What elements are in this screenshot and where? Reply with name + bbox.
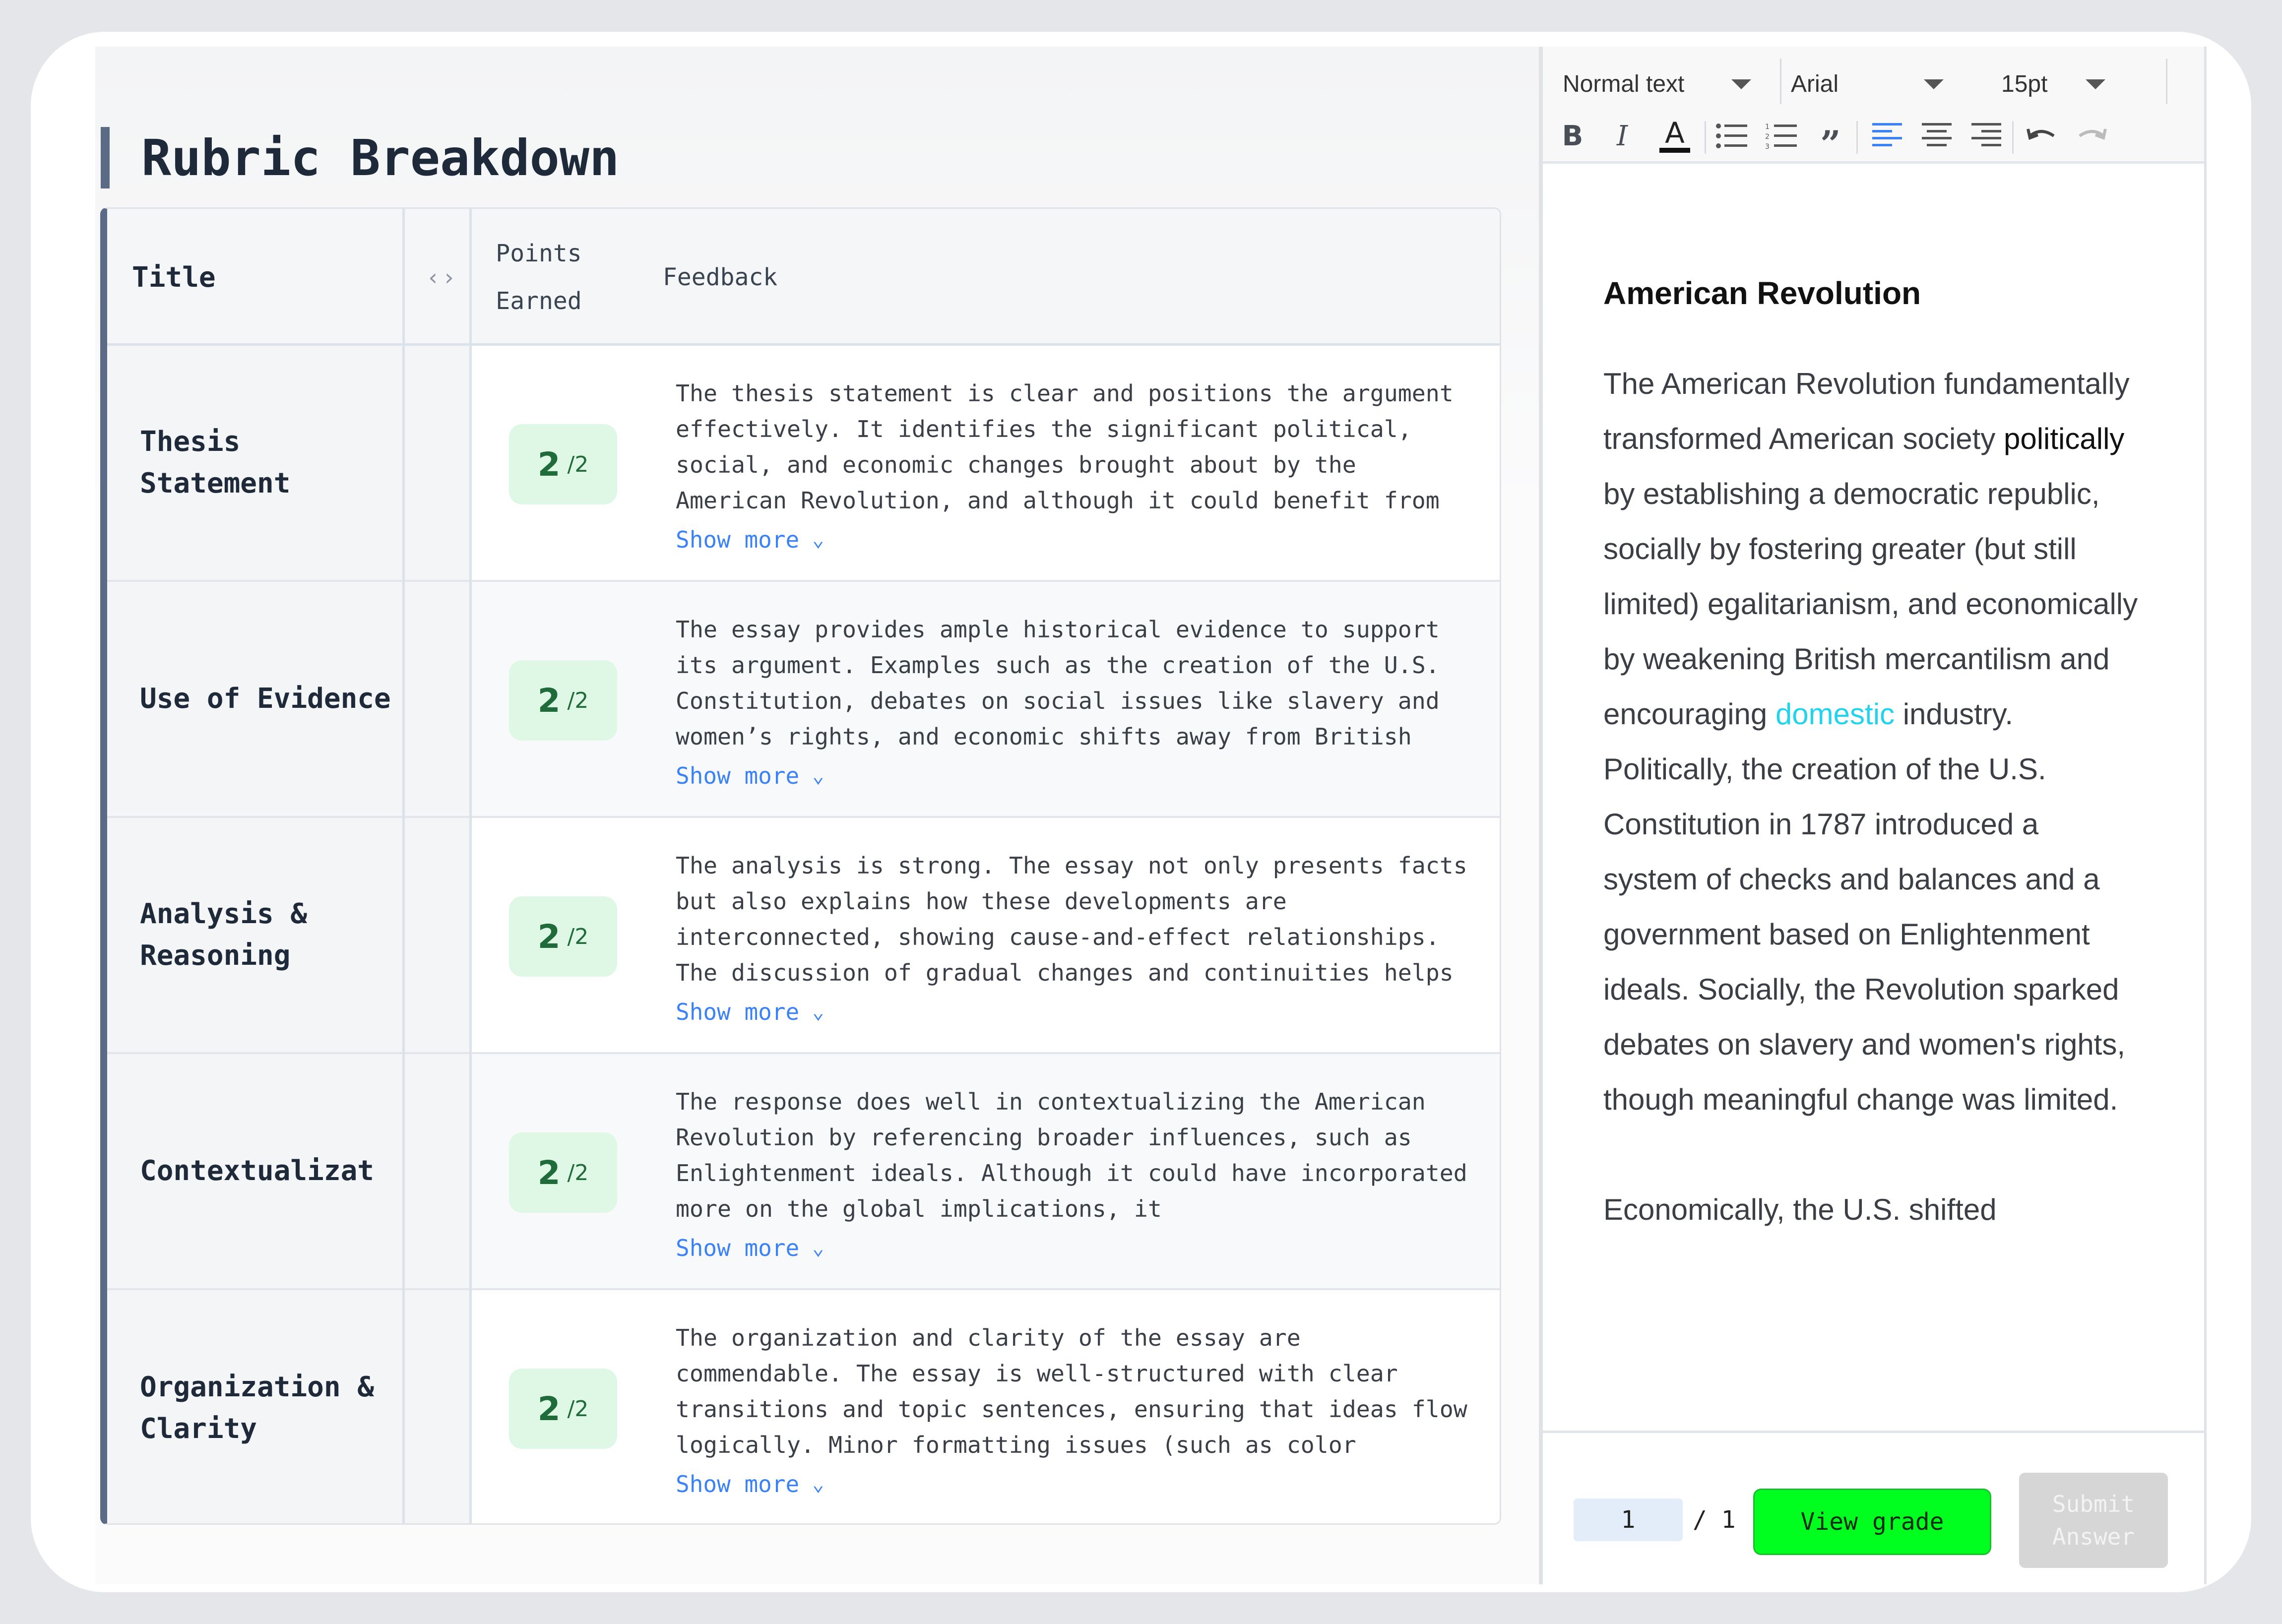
row-title: Contextualizat [140, 1155, 375, 1187]
bold-icon[interactable]: B [1553, 116, 1592, 156]
row-title: Use of Evidence [140, 683, 391, 715]
show-more-link[interactable]: Show more ⌄ [676, 1471, 824, 1498]
rubric-table: Title ‹› Points Earned Feedback Thesis S… [100, 207, 1501, 1525]
svg-text:1: 1 [1765, 123, 1770, 131]
row-title: Organization & Clarity [140, 1371, 375, 1445]
show-more-link[interactable]: Show more ⌄ [676, 999, 824, 1025]
feedback-text: The analysis is strong. The essay not on… [676, 852, 1467, 986]
points-badge: 2/2 [509, 424, 617, 504]
column-header-feedback: Feedback [663, 263, 778, 291]
bulleted-list-icon[interactable] [1712, 116, 1751, 156]
chevron-down-icon: ⌄ [812, 1473, 824, 1496]
app-frame: Rubric Breakdown Title ‹› Points Earned … [31, 32, 2251, 1592]
italic-icon[interactable]: I [1602, 116, 1642, 156]
table-row: Use of Evidence 2/2 The essay provides a… [107, 582, 1500, 818]
page-number-input[interactable] [1574, 1499, 1683, 1541]
column-header-title: Title [132, 261, 216, 294]
page-title: Rubric Breakdown [101, 127, 619, 188]
row-title: Thesis Statement [140, 426, 291, 500]
show-more-link[interactable]: Show more ⌄ [676, 526, 824, 553]
show-more-link[interactable]: Show more ⌄ [676, 762, 824, 789]
document-title: American Revolution [1603, 275, 1921, 311]
caret-down-icon [2086, 79, 2105, 89]
chevron-down-icon: ⌄ [812, 1237, 824, 1259]
redo-icon[interactable] [2072, 116, 2111, 156]
points-badge: 2/2 [509, 660, 617, 741]
table-header: Title ‹› Points Earned Feedback [107, 209, 1500, 346]
points-badge: 2/2 [509, 1369, 617, 1449]
table-row: Thesis Statement 2/2 The thesis statemen… [107, 346, 1500, 582]
chevron-down-icon: ⌄ [812, 1000, 824, 1023]
essay-editor: Normal text Arial 15pt B I A 1 2 3 ” Ameri… [1539, 47, 2207, 1584]
show-more-link[interactable]: Show more ⌄ [676, 1235, 824, 1261]
feedback-text: The response does well in contextualizin… [676, 1088, 1467, 1222]
document-body[interactable]: American Revolution The American Revolut… [1603, 275, 2139, 1455]
submit-answer-button[interactable]: Submit Answer [2019, 1473, 2168, 1568]
document-paragraph: The American Revolution fundamentally tr… [1603, 367, 2138, 1116]
text-style-dropdown[interactable]: Normal text [1563, 62, 1761, 106]
align-center-icon[interactable] [1917, 116, 1957, 156]
editor-footer: / 1 View grade Submit Answer [1543, 1431, 2204, 1584]
editor-toolbar: Normal text Arial 15pt B I A 1 2 3 ” [1543, 47, 2204, 165]
points-badge: 2/2 [509, 896, 617, 977]
table-row: Analysis & Reasoning 2/2 The analysis is… [107, 818, 1500, 1054]
row-title: Analysis & Reasoning [140, 898, 308, 972]
column-toggle-icon[interactable]: ‹› [410, 209, 474, 346]
chevron-down-icon: ⌄ [812, 764, 824, 787]
text-color-icon[interactable]: A [1655, 116, 1695, 156]
font-size-dropdown[interactable]: 15pt [2001, 62, 2115, 106]
feedback-text: The essay provides ample historical evid… [676, 616, 1440, 750]
caret-down-icon [1924, 79, 1944, 89]
column-header-points: Points Earned [496, 240, 582, 315]
svg-text:2: 2 [1765, 133, 1770, 141]
feedback-text: The thesis statement is clear and positi… [676, 380, 1454, 514]
svg-text:3: 3 [1765, 143, 1770, 150]
points-badge: 2/2 [509, 1132, 617, 1213]
align-left-icon[interactable] [1867, 116, 1907, 156]
view-grade-button[interactable]: View grade [1753, 1489, 1991, 1555]
document-paragraph: Economically, the U.S. shifted [1603, 1193, 1997, 1226]
table-row: Organization & Clarity 2/2 The organizat… [107, 1290, 1500, 1523]
align-right-icon[interactable] [1966, 116, 2006, 156]
numbered-list-icon[interactable]: 1 2 3 [1761, 116, 1801, 156]
undo-icon[interactable] [2022, 116, 2062, 156]
page-total: / 1 [1693, 1506, 1736, 1534]
caret-down-icon [1731, 79, 1751, 89]
font-family-dropdown[interactable]: Arial [1791, 62, 1950, 106]
quote-icon[interactable]: ” [1811, 116, 1850, 165]
chevron-down-icon: ⌄ [812, 528, 824, 551]
table-row: Contextualizat 2/2 The response does wel… [107, 1054, 1500, 1290]
feedback-text: The organization and clarity of the essa… [676, 1324, 1467, 1458]
